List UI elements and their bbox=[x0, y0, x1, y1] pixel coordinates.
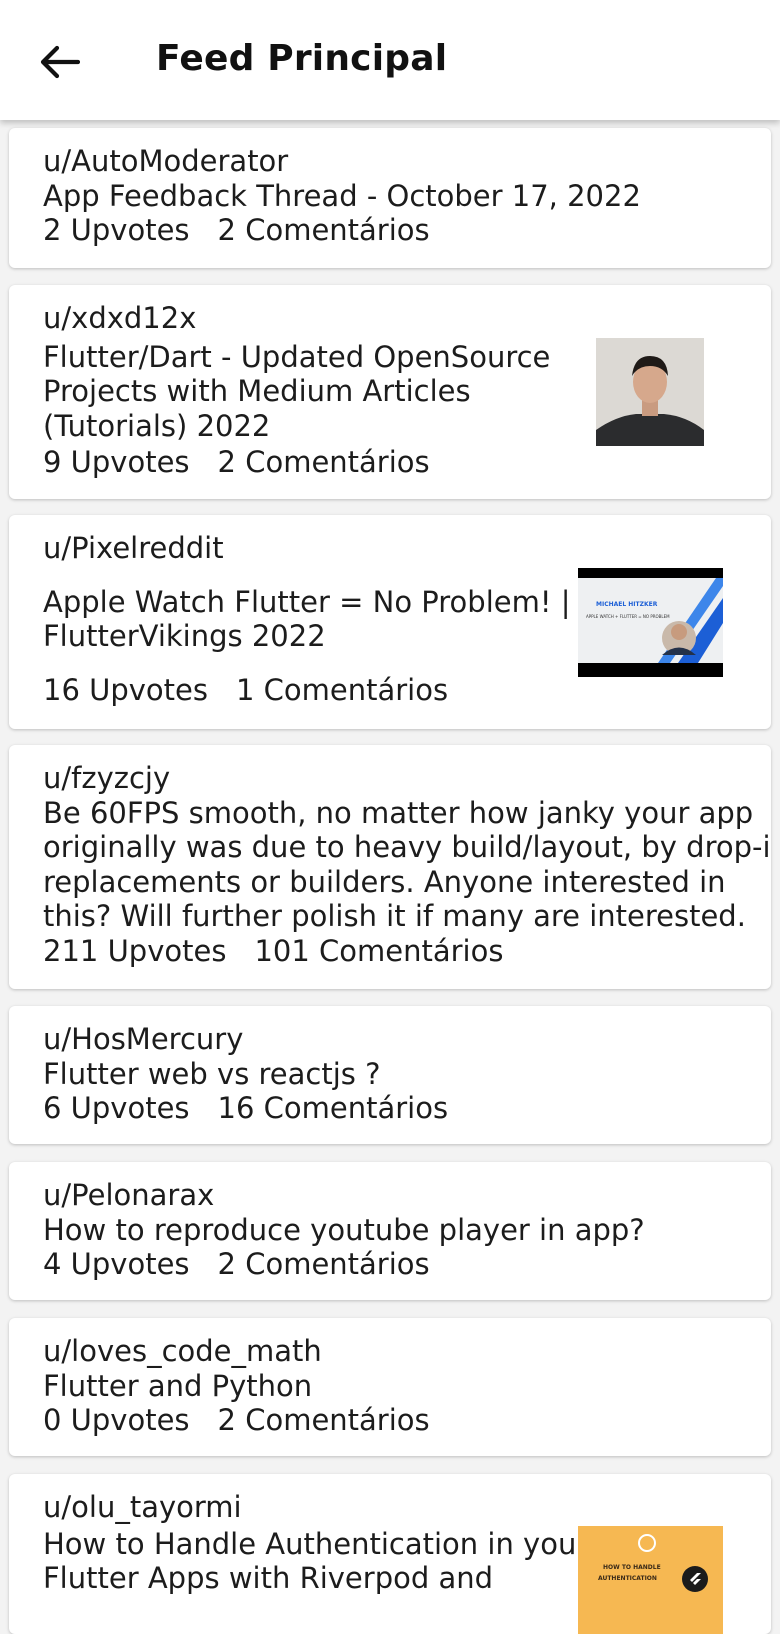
thumbnail-caption: MICHAEL HITZKER bbox=[596, 601, 658, 608]
post-card[interactable]: u/Pelonarax How to reproduce youtube pla… bbox=[9, 1162, 771, 1300]
post-title-line: Be 60FPS smooth, no matter how janky you… bbox=[43, 795, 754, 830]
thumbnail-caption: AUTHENTICATION bbox=[598, 1575, 657, 1582]
post-title-line: How to Handle Authentication in your bbox=[43, 1526, 589, 1561]
comment-count: 2 Comentários bbox=[217, 1247, 430, 1281]
post-author[interactable]: u/loves_code_math bbox=[43, 1334, 430, 1369]
post-title: App Feedback Thread - October 17, 2022 bbox=[43, 178, 641, 213]
post-title-line: FlutterVikings 2022 bbox=[43, 619, 326, 653]
comment-count: 2 Comentários bbox=[217, 213, 430, 247]
comment-count: 101 Comentários bbox=[254, 933, 504, 968]
thumbnail-caption: APPLE WATCH + FLUTTER = NO PROBLEM bbox=[586, 614, 670, 619]
post-card[interactable]: u/Pixelreddit Apple Watch Flutter = No P… bbox=[9, 515, 771, 729]
post-author[interactable]: u/xdxd12x bbox=[43, 301, 550, 336]
post-card[interactable]: u/olu_tayormi How to Handle Authenticati… bbox=[9, 1474, 771, 1634]
post-stats: 9 Upvotes 2 Comentários bbox=[43, 445, 550, 480]
post-title: Flutter and Python bbox=[43, 1368, 313, 1403]
post-card[interactable]: u/AutoModerator App Feedback Thread - Oc… bbox=[9, 128, 771, 268]
video-thumbnail-icon bbox=[578, 568, 723, 677]
post-thumbnail[interactable] bbox=[596, 338, 704, 446]
comment-count: 1 Comentários bbox=[235, 672, 449, 707]
post-title-line: Projects with Medium Articles bbox=[43, 374, 471, 408]
post-card[interactable]: u/HosMercury Flutter web vs reactjs ? 6 … bbox=[9, 1006, 771, 1144]
post-stats: 2 Upvotes 2 Comentários bbox=[43, 213, 641, 248]
upvote-count: 16 Upvotes bbox=[43, 672, 208, 707]
back-button[interactable] bbox=[30, 32, 90, 92]
upvote-count: 9 Upvotes bbox=[43, 445, 190, 479]
post-thumbnail[interactable]: MICHAEL HITZKER APPLE WATCH + FLUTTER = … bbox=[578, 568, 723, 677]
post-stats: 211 Upvotes 101 Comentários bbox=[43, 934, 771, 969]
post-title: How to reproduce youtube player in app? bbox=[43, 1212, 645, 1247]
post-stats: 6 Upvotes 16 Comentários bbox=[43, 1091, 448, 1126]
post-card[interactable]: u/fzyzcjy Be 60FPS smooth, no matter how… bbox=[9, 745, 771, 989]
comment-count: 2 Comentários bbox=[217, 445, 430, 479]
post-stats: 4 Upvotes 2 Comentários bbox=[43, 1247, 645, 1282]
post-author[interactable]: u/fzyzcjy bbox=[43, 761, 771, 796]
flutter-logo-icon bbox=[682, 1566, 708, 1592]
post-title-line: Flutter/Dart - Updated OpenSource bbox=[43, 339, 551, 374]
post-title-line: replacements or builders. Anyone interes… bbox=[43, 864, 726, 899]
upvote-count: 0 Upvotes bbox=[43, 1403, 190, 1437]
post-thumbnail[interactable]: HOW TO HANDLE AUTHENTICATION bbox=[578, 1526, 723, 1634]
upvote-count: 6 Upvotes bbox=[43, 1091, 190, 1125]
post-stats: 0 Upvotes 2 Comentários bbox=[43, 1403, 430, 1438]
post-title-line: (Tutorials) 2022 bbox=[43, 408, 271, 443]
post-stats: 16 Upvotes 1 Comentários bbox=[43, 673, 570, 708]
post-title: Flutter web vs reactjs ? bbox=[43, 1056, 381, 1091]
post-title-line: this? Will further polish it if many are… bbox=[43, 899, 746, 933]
comment-count: 16 Comentários bbox=[217, 1091, 449, 1125]
arrow-left-icon bbox=[40, 45, 80, 79]
post-author[interactable]: u/Pixelreddit bbox=[43, 531, 570, 566]
app-bar: Feed Principal bbox=[0, 0, 780, 120]
post-title-line: originally was due to heavy build/layout… bbox=[43, 830, 771, 864]
comment-count: 2 Comentários bbox=[217, 1403, 430, 1437]
upvote-count: 4 Upvotes bbox=[43, 1247, 190, 1281]
thumbnail-caption: HOW TO HANDLE bbox=[603, 1564, 661, 1571]
post-author[interactable]: u/Pelonarax bbox=[43, 1178, 645, 1213]
upvote-count: 211 Upvotes bbox=[43, 933, 227, 968]
post-author[interactable]: u/olu_tayormi bbox=[43, 1490, 588, 1525]
page-title: Feed Principal bbox=[156, 38, 448, 79]
post-title-line: Apple Watch Flutter = No Problem! | bbox=[43, 584, 571, 619]
upvote-count: 2 Upvotes bbox=[43, 213, 190, 247]
person-photo-icon bbox=[596, 338, 704, 446]
post-card[interactable]: u/loves_code_math Flutter and Python 0 U… bbox=[9, 1318, 771, 1456]
post-author[interactable]: u/HosMercury bbox=[43, 1022, 448, 1057]
post-title-line: Flutter Apps with Riverpod and bbox=[43, 1561, 494, 1595]
post-card[interactable]: u/xdxd12x Flutter/Dart - Updated OpenSou… bbox=[9, 285, 771, 499]
post-author[interactable]: u/AutoModerator bbox=[43, 144, 641, 179]
